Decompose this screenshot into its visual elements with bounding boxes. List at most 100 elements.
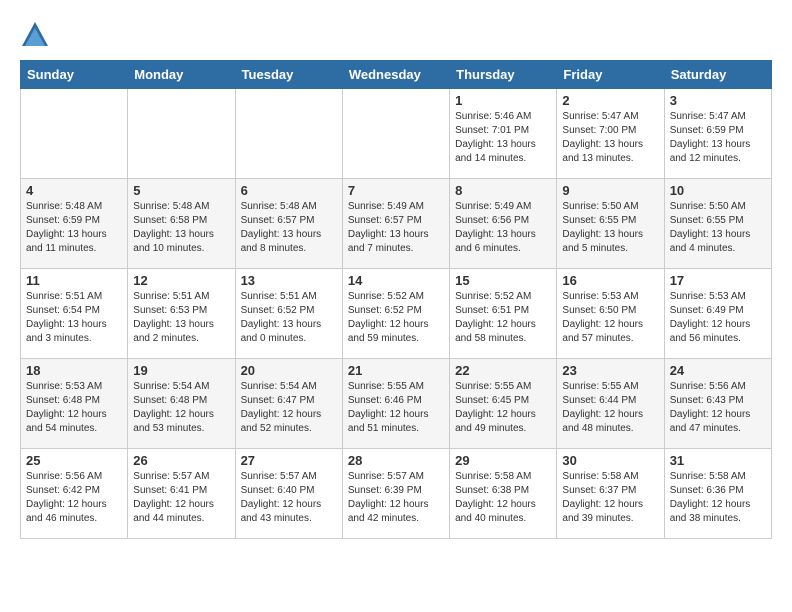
calendar-cell: 4 Sunrise: 5:48 AM Sunset: 6:59 PM Daylig…	[21, 179, 128, 269]
day-number: 14	[348, 273, 444, 288]
day-number: 16	[562, 273, 658, 288]
day-number: 5	[133, 183, 229, 198]
header-monday: Monday	[128, 61, 235, 89]
day-number: 31	[670, 453, 766, 468]
day-number: 11	[26, 273, 122, 288]
calendar-cell: 2 Sunrise: 5:47 AM Sunset: 7:00 PM Daylig…	[557, 89, 664, 179]
day-info: Sunrise: 5:58 AM Sunset: 6:36 PM Dayligh…	[670, 470, 766, 526]
day-number: 10	[670, 183, 766, 198]
day-info: Sunrise: 5:52 AM Sunset: 6:52 PM Dayligh…	[348, 290, 444, 346]
day-number: 15	[455, 273, 551, 288]
week-row-5: 25 Sunrise: 5:56 AM Sunset: 6:42 PM Dayli…	[21, 449, 772, 539]
calendar-cell: 31 Sunrise: 5:58 AM Sunset: 6:36 PM Dayli…	[664, 449, 771, 539]
week-row-2: 4 Sunrise: 5:48 AM Sunset: 6:59 PM Daylig…	[21, 179, 772, 269]
day-number: 27	[241, 453, 337, 468]
calendar-cell: 13 Sunrise: 5:51 AM Sunset: 6:52 PM Dayli…	[235, 269, 342, 359]
logo	[20, 20, 54, 50]
calendar-cell: 8 Sunrise: 5:49 AM Sunset: 6:56 PM Daylig…	[450, 179, 557, 269]
calendar-cell: 28Sunrise: 5:57 AM Sunset: 6:39 PM Dayli…	[342, 449, 449, 539]
day-info: Sunrise: 5:51 AM Sunset: 6:54 PM Dayligh…	[26, 290, 122, 346]
day-info: Sunrise: 5:48 AM Sunset: 6:58 PM Dayligh…	[133, 200, 229, 256]
day-info: Sunrise: 5:50 AM Sunset: 6:55 PM Dayligh…	[670, 200, 766, 256]
day-number: 9	[562, 183, 658, 198]
day-number: 8	[455, 183, 551, 198]
days-header-row: SundayMondayTuesdayWednesdayThursdayFrid…	[21, 61, 772, 89]
calendar-cell: 22 Sunrise: 5:55 AM Sunset: 6:45 PM Dayli…	[450, 359, 557, 449]
calendar-cell: 30Sunrise: 5:58 AM Sunset: 6:37 PM Dayli…	[557, 449, 664, 539]
calendar-cell: 5 Sunrise: 5:48 AM Sunset: 6:58 PM Daylig…	[128, 179, 235, 269]
day-info: Sunrise: 5:57 AM Sunset: 6:41 PM Dayligh…	[133, 470, 229, 526]
header-saturday: Saturday	[664, 61, 771, 89]
calendar-cell: 16 Sunrise: 5:53 AM Sunset: 6:50 PM Dayli…	[557, 269, 664, 359]
calendar-cell: 6Sunrise: 5:48 AM Sunset: 6:57 PM Daylig…	[235, 179, 342, 269]
day-info: Sunrise: 5:53 AM Sunset: 6:49 PM Dayligh…	[670, 290, 766, 346]
day-number: 18	[26, 363, 122, 378]
calendar-cell: 14 Sunrise: 5:52 AM Sunset: 6:52 PM Dayli…	[342, 269, 449, 359]
day-number: 7	[348, 183, 444, 198]
day-info: Sunrise: 5:51 AM Sunset: 6:53 PM Dayligh…	[133, 290, 229, 346]
header-wednesday: Wednesday	[342, 61, 449, 89]
day-info: Sunrise: 5:58 AM Sunset: 6:38 PM Dayligh…	[455, 470, 551, 526]
day-number: 4	[26, 183, 122, 198]
day-number: 1	[455, 93, 551, 108]
week-row-1: 1Sunrise: 5:46 AM Sunset: 7:01 PM Daylig…	[21, 89, 772, 179]
calendar-cell: 26Sunrise: 5:57 AM Sunset: 6:41 PM Dayli…	[128, 449, 235, 539]
day-info: Sunrise: 5:47 AM Sunset: 7:00 PM Dayligh…	[562, 110, 658, 166]
day-number: 21	[348, 363, 444, 378]
header-sunday: Sunday	[21, 61, 128, 89]
calendar-cell: 18 Sunrise: 5:53 AM Sunset: 6:48 PM Dayli…	[21, 359, 128, 449]
day-info: Sunrise: 5:56 AM Sunset: 6:42 PM Dayligh…	[26, 470, 122, 526]
day-info: Sunrise: 5:49 AM Sunset: 6:57 PM Dayligh…	[348, 200, 444, 256]
calendar-cell: 9 Sunrise: 5:50 AM Sunset: 6:55 PM Daylig…	[557, 179, 664, 269]
calendar-cell: 3 Sunrise: 5:47 AM Sunset: 6:59 PM Daylig…	[664, 89, 771, 179]
calendar-cell: 15 Sunrise: 5:52 AM Sunset: 6:51 PM Dayli…	[450, 269, 557, 359]
calendar-cell: 10 Sunrise: 5:50 AM Sunset: 6:55 PM Dayli…	[664, 179, 771, 269]
day-number: 23	[562, 363, 658, 378]
day-info: Sunrise: 5:56 AM Sunset: 6:43 PM Dayligh…	[670, 380, 766, 436]
day-info: Sunrise: 5:55 AM Sunset: 6:46 PM Dayligh…	[348, 380, 444, 436]
day-number: 29	[455, 453, 551, 468]
calendar-cell	[235, 89, 342, 179]
calendar-cell: 19Sunrise: 5:54 AM Sunset: 6:48 PM Dayli…	[128, 359, 235, 449]
day-number: 12	[133, 273, 229, 288]
calendar-cell	[342, 89, 449, 179]
calendar-cell: 29 Sunrise: 5:58 AM Sunset: 6:38 PM Dayli…	[450, 449, 557, 539]
day-number: 19	[133, 363, 229, 378]
day-number: 2	[562, 93, 658, 108]
week-row-4: 18 Sunrise: 5:53 AM Sunset: 6:48 PM Dayli…	[21, 359, 772, 449]
calendar-cell: 24 Sunrise: 5:56 AM Sunset: 6:43 PM Dayli…	[664, 359, 771, 449]
day-info: Sunrise: 5:55 AM Sunset: 6:44 PM Dayligh…	[562, 380, 658, 436]
day-info: Sunrise: 5:55 AM Sunset: 6:45 PM Dayligh…	[455, 380, 551, 436]
header-thursday: Thursday	[450, 61, 557, 89]
header	[20, 20, 772, 50]
day-info: Sunrise: 5:50 AM Sunset: 6:55 PM Dayligh…	[562, 200, 658, 256]
day-info: Sunrise: 5:49 AM Sunset: 6:56 PM Dayligh…	[455, 200, 551, 256]
day-info: Sunrise: 5:54 AM Sunset: 6:47 PM Dayligh…	[241, 380, 337, 436]
calendar-cell: 25 Sunrise: 5:56 AM Sunset: 6:42 PM Dayli…	[21, 449, 128, 539]
day-info: Sunrise: 5:58 AM Sunset: 6:37 PM Dayligh…	[562, 470, 658, 526]
day-info: Sunrise: 5:52 AM Sunset: 6:51 PM Dayligh…	[455, 290, 551, 346]
logo-icon	[20, 20, 50, 50]
calendar-cell: 1Sunrise: 5:46 AM Sunset: 7:01 PM Daylig…	[450, 89, 557, 179]
day-number: 3	[670, 93, 766, 108]
day-info: Sunrise: 5:51 AM Sunset: 6:52 PM Dayligh…	[241, 290, 337, 346]
day-number: 24	[670, 363, 766, 378]
day-info: Sunrise: 5:57 AM Sunset: 6:39 PM Dayligh…	[348, 470, 444, 526]
day-info: Sunrise: 5:53 AM Sunset: 6:50 PM Dayligh…	[562, 290, 658, 346]
day-info: Sunrise: 5:53 AM Sunset: 6:48 PM Dayligh…	[26, 380, 122, 436]
calendar-table: SundayMondayTuesdayWednesdayThursdayFrid…	[20, 60, 772, 539]
calendar-cell	[128, 89, 235, 179]
header-tuesday: Tuesday	[235, 61, 342, 89]
day-number: 6	[241, 183, 337, 198]
calendar-body: 1Sunrise: 5:46 AM Sunset: 7:01 PM Daylig…	[21, 89, 772, 539]
day-number: 13	[241, 273, 337, 288]
day-info: Sunrise: 5:48 AM Sunset: 6:59 PM Dayligh…	[26, 200, 122, 256]
calendar-cell: 23 Sunrise: 5:55 AM Sunset: 6:44 PM Dayli…	[557, 359, 664, 449]
day-info: Sunrise: 5:47 AM Sunset: 6:59 PM Dayligh…	[670, 110, 766, 166]
calendar-header: SundayMondayTuesdayWednesdayThursdayFrid…	[21, 61, 772, 89]
day-number: 22	[455, 363, 551, 378]
calendar-cell: 17Sunrise: 5:53 AM Sunset: 6:49 PM Dayli…	[664, 269, 771, 359]
calendar-cell: 12 Sunrise: 5:51 AM Sunset: 6:53 PM Dayli…	[128, 269, 235, 359]
week-row-3: 11 Sunrise: 5:51 AM Sunset: 6:54 PM Dayli…	[21, 269, 772, 359]
day-number: 25	[26, 453, 122, 468]
